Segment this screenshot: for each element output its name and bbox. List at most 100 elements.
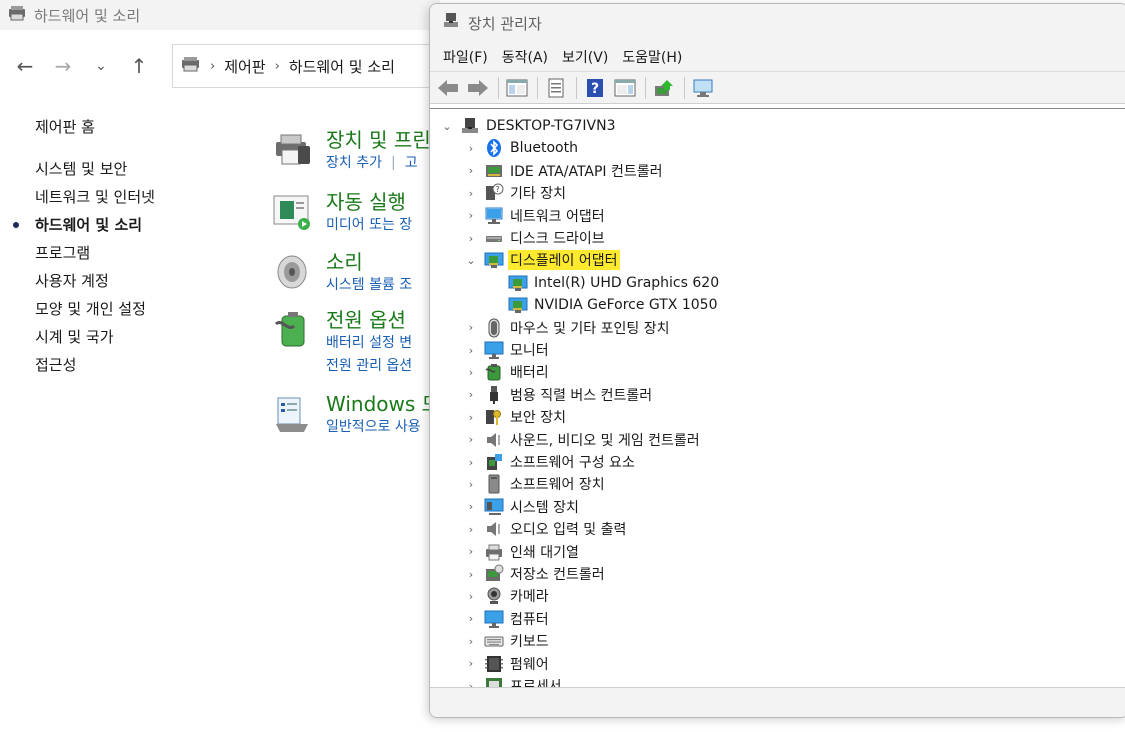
tree-category[interactable]: › 배터리 xyxy=(462,361,551,383)
chevron-right-icon: › xyxy=(210,58,216,74)
tree-device[interactable]: Intel(R) UHD Graphics 620 xyxy=(504,272,721,294)
forward-button[interactable] xyxy=(466,76,490,100)
chevron-right-icon[interactable]: › xyxy=(462,523,480,536)
tree-category[interactable]: › 컴퓨터 xyxy=(462,608,551,630)
category-title[interactable]: 소리 xyxy=(326,246,363,275)
chevron-right-icon[interactable]: › xyxy=(462,388,480,401)
tree-category[interactable]: › 모니터 xyxy=(462,339,551,361)
tree-category[interactable]: › 소프트웨어 장치 xyxy=(462,473,607,495)
category-link[interactable]: 고 xyxy=(405,155,418,171)
tree-category[interactable]: ⌄ 디스플레이 어댑터 xyxy=(462,249,620,271)
chevron-right-icon[interactable]: › xyxy=(462,456,480,469)
tree-category[interactable]: › 저장소 컨트롤러 xyxy=(462,563,607,585)
navigation-bar: ← → ⌄ ↑ › 제어판 › 하드웨어 및 소리 xyxy=(0,42,452,90)
security-device-icon xyxy=(484,407,504,427)
chevron-right-icon[interactable]: › xyxy=(462,478,480,491)
printer-icon xyxy=(484,542,504,562)
category-link[interactable]: 미디어 또는 장 xyxy=(326,217,412,233)
chevron-right-icon[interactable]: › xyxy=(462,232,480,245)
category-title[interactable]: 전원 옵션 xyxy=(326,304,406,333)
chevron-right-icon[interactable]: › xyxy=(462,635,480,648)
menu-file[interactable]: 파일(F) xyxy=(436,42,495,72)
sidebar-item-programs[interactable]: 프로그램 xyxy=(35,241,155,269)
category-title[interactable]: Windows 모 xyxy=(326,388,440,417)
chevron-right-icon[interactable]: › xyxy=(462,411,480,424)
menu-view[interactable]: 보기(V) xyxy=(555,42,615,72)
chevron-right-icon[interactable]: › xyxy=(462,590,480,603)
chevron-right-icon[interactable]: › xyxy=(462,366,480,379)
tree-category[interactable]: › 펌웨어 xyxy=(462,653,551,675)
sidebar-item-clock-region[interactable]: 시계 및 국가 xyxy=(35,325,155,353)
tree-device[interactable]: NVIDIA GeForce GTX 1050 xyxy=(504,294,719,316)
tree-category[interactable]: › 시스템 장치 xyxy=(462,496,581,518)
tree-root-computer[interactable]: ⌄ DESKTOP-TG7IVN3 xyxy=(438,115,617,137)
breadcrumb-item[interactable]: 제어판 xyxy=(224,56,265,77)
tree-node-label: IDE ATA/ATAPI 컨트롤러 xyxy=(510,163,663,180)
category-link[interactable]: 시스템 볼륨 조 xyxy=(326,277,412,293)
chevron-right-icon[interactable]: › xyxy=(462,500,480,513)
chevron-down-icon[interactable]: ⌄ xyxy=(462,254,480,267)
chevron-right-icon[interactable]: › xyxy=(462,187,480,200)
tree-category[interactable]: › 키보드 xyxy=(462,630,551,652)
category-link[interactable]: 일반적으로 사용 xyxy=(326,419,421,435)
tree-category[interactable]: › 마우스 및 기타 포인팅 장치 xyxy=(462,317,671,339)
control-panel-home-link[interactable]: 제어판 홈 xyxy=(35,116,155,140)
breadcrumb-item[interactable]: 하드웨어 및 소리 xyxy=(289,56,395,77)
sidebar-item-appearance[interactable]: 모양 및 개인 설정 xyxy=(35,297,155,325)
chevron-right-icon[interactable]: › xyxy=(462,344,480,357)
tree-category[interactable]: › 소프트웨어 구성 요소 xyxy=(462,451,637,473)
printer-icon xyxy=(272,130,312,170)
tree-category[interactable]: › 네트워크 어댑터 xyxy=(462,205,607,227)
sidebar-item-accessibility[interactable]: 접근성 xyxy=(35,353,155,381)
menu-action[interactable]: 동작(A) xyxy=(495,42,555,72)
category-link[interactable]: 전원 관리 옵션 xyxy=(326,358,412,374)
chevron-right-icon[interactable]: › xyxy=(462,142,480,155)
chevron-right-icon[interactable]: › xyxy=(462,433,480,446)
chevron-right-icon[interactable]: › xyxy=(462,657,480,670)
tree-category[interactable]: › 오디오 입력 및 출력 xyxy=(462,518,628,540)
tree-category[interactable]: › 디스크 드라이브 xyxy=(462,227,607,249)
chevron-right-icon[interactable]: › xyxy=(462,321,480,334)
chevron-right-icon[interactable]: › xyxy=(462,164,480,177)
sidebar-list: 시스템 및 보안 네트워크 및 인터넷 하드웨어 및 소리 프로그램 사용자 계… xyxy=(13,157,155,381)
chevron-right-icon[interactable]: › xyxy=(462,545,480,558)
tree-category[interactable]: › 카메라 xyxy=(462,585,551,607)
scan-hardware-changes-button[interactable] xyxy=(691,76,715,100)
up-button[interactable]: ↑ xyxy=(120,50,158,82)
sidebar-item-system-security[interactable]: 시스템 및 보안 xyxy=(35,157,155,185)
tree-category[interactable]: ›? 기타 장치 xyxy=(462,182,568,204)
tree-category[interactable]: › 보안 장치 xyxy=(462,406,568,428)
tree-category[interactable]: › IDE ATA/ATAPI 컨트롤러 xyxy=(462,160,665,182)
status-bar xyxy=(430,687,1125,717)
category-title[interactable]: 자동 실행 xyxy=(326,186,406,215)
help-icon: ? xyxy=(587,78,603,97)
display-adapter-icon xyxy=(508,273,528,293)
show-hide-console-tree-button[interactable] xyxy=(505,76,529,100)
action-pane-button[interactable] xyxy=(613,76,637,100)
menu-help[interactable]: 도움말(H) xyxy=(615,42,689,72)
chevron-right-icon[interactable]: › xyxy=(462,209,480,222)
back-button[interactable] xyxy=(436,76,460,100)
update-driver-button[interactable] xyxy=(652,76,676,100)
chevron-right-icon[interactable]: › xyxy=(462,568,480,581)
category-link[interactable]: 장치 추가 xyxy=(326,155,382,171)
disk-drive-icon xyxy=(484,228,504,248)
forward-button[interactable]: → xyxy=(44,50,82,82)
sidebar-item-network-internet[interactable]: 네트워크 및 인터넷 xyxy=(35,185,155,213)
category-link[interactable]: 배터리 설정 변 xyxy=(326,335,412,351)
tree-category[interactable]: › 인쇄 대기열 xyxy=(462,541,581,563)
recent-locations-button[interactable]: ⌄ xyxy=(82,50,120,82)
properties-button[interactable] xyxy=(544,76,568,100)
sidebar-item-hardware-sound[interactable]: 하드웨어 및 소리 xyxy=(13,213,155,241)
sidebar-item-user-accounts[interactable]: 사용자 계정 xyxy=(35,269,155,297)
address-bar[interactable]: › 제어판 › 하드웨어 및 소리 xyxy=(172,44,452,88)
tree-category[interactable]: › 범용 직렬 버스 컨트롤러 xyxy=(462,384,654,406)
tree-category[interactable]: › 사운드, 비디오 및 게임 컨트롤러 xyxy=(462,429,702,451)
chevron-down-icon[interactable]: ⌄ xyxy=(438,120,456,133)
tree-category[interactable]: › Bluetooth xyxy=(462,137,580,159)
category-title[interactable]: 장치 및 프린 xyxy=(326,124,431,153)
help-button[interactable]: ? xyxy=(583,76,607,100)
back-button[interactable]: ← xyxy=(6,50,44,82)
category-windows-mobility: Windows 모 일반적으로 사용 xyxy=(272,392,442,442)
chevron-right-icon[interactable]: › xyxy=(462,612,480,625)
